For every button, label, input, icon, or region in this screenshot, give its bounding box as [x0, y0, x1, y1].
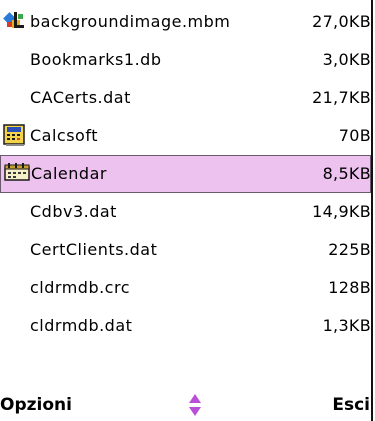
file-size: 27,0KB: [312, 12, 371, 31]
calculator-app-icon: [3, 124, 27, 146]
file-name: cldrmdb.crc: [30, 278, 130, 297]
file-size: 1,3KB: [322, 316, 371, 335]
exit-softkey[interactable]: Esci: [332, 395, 370, 415]
list-item-calendar[interactable]: Calendar 8,5KB: [0, 155, 371, 193]
file-name: CertClients.dat: [30, 240, 158, 259]
list-item-calcsoft[interactable]: Calcsoft 70B: [0, 117, 371, 155]
list-item-cldrmdb-dat[interactable]: cldrmdb.dat 1,3KB: [0, 307, 371, 345]
file-size: 3,0KB: [322, 50, 371, 69]
file-name: Calcsoft: [30, 126, 98, 145]
file-name: cldrmdb.dat: [30, 316, 133, 335]
file-size: 225B: [328, 240, 371, 259]
image-file-icon: [3, 10, 27, 32]
options-softkey[interactable]: Opzioni: [0, 395, 72, 415]
file-name: backgroundimage.mbm: [30, 12, 231, 31]
file-name: CACerts.dat: [30, 88, 131, 107]
list-item-certclients[interactable]: CertClients.dat 225B: [0, 231, 371, 269]
list-item-cldrmdb-crc[interactable]: cldrmdb.crc 128B: [0, 269, 371, 307]
list-item-cdbv3[interactable]: Cdbv3.dat 14,9KB: [0, 193, 371, 231]
file-name: Cdbv3.dat: [30, 202, 117, 221]
phone-screen: backgroundimage.mbm 27,0KB Bookmarks1.db…: [0, 0, 373, 421]
list-item-bookmarks1[interactable]: Bookmarks1.db 3,0KB: [0, 41, 371, 79]
file-size: 8,5KB: [322, 164, 371, 183]
list-item-cacerts[interactable]: CACerts.dat 21,7KB: [0, 79, 371, 117]
file-name: Bookmarks1.db: [30, 50, 162, 69]
file-size: 70B: [338, 126, 371, 145]
file-size: 128B: [328, 278, 371, 297]
file-name: Calendar: [31, 164, 107, 183]
softkey-bar: Opzioni Esci: [0, 389, 371, 421]
file-size: 21,7KB: [312, 88, 371, 107]
list-item-backgroundimage[interactable]: backgroundimage.mbm 27,0KB: [0, 3, 371, 41]
scroll-up-down-icon: [188, 393, 202, 417]
file-size: 14,9KB: [312, 202, 371, 221]
file-list: backgroundimage.mbm 27,0KB Bookmarks1.db…: [0, 3, 371, 345]
calendar-app-icon: [4, 163, 30, 185]
